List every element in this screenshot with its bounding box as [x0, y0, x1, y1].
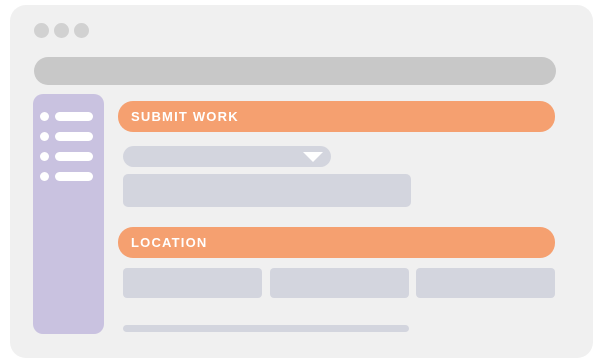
chevron-down-icon[interactable] — [303, 152, 323, 162]
work-description-field[interactable] — [123, 174, 411, 207]
sidebar-item-label-placeholder — [55, 112, 93, 121]
sidebar-item-label-placeholder — [55, 132, 93, 141]
text-line-placeholder — [123, 325, 409, 332]
submit-work-header: SUBMIT WORK — [118, 101, 555, 132]
location-header: LOCATION — [118, 227, 555, 258]
work-type-dropdown[interactable] — [123, 146, 331, 167]
address-bar[interactable] — [34, 57, 556, 85]
location-field-3[interactable] — [416, 268, 555, 298]
sidebar-item-label-placeholder — [55, 152, 93, 161]
sidebar-item-label-placeholder — [55, 172, 93, 181]
location-field-1[interactable] — [123, 268, 262, 298]
window-control-dot-icon[interactable] — [54, 23, 69, 38]
bullet-icon — [40, 172, 49, 181]
sidebar — [33, 94, 104, 334]
window-control-dot-icon[interactable] — [74, 23, 89, 38]
window-control-dot-icon[interactable] — [34, 23, 49, 38]
bullet-icon — [40, 112, 49, 121]
location-field-2[interactable] — [270, 268, 409, 298]
bullet-icon — [40, 132, 49, 141]
bullet-icon — [40, 152, 49, 161]
